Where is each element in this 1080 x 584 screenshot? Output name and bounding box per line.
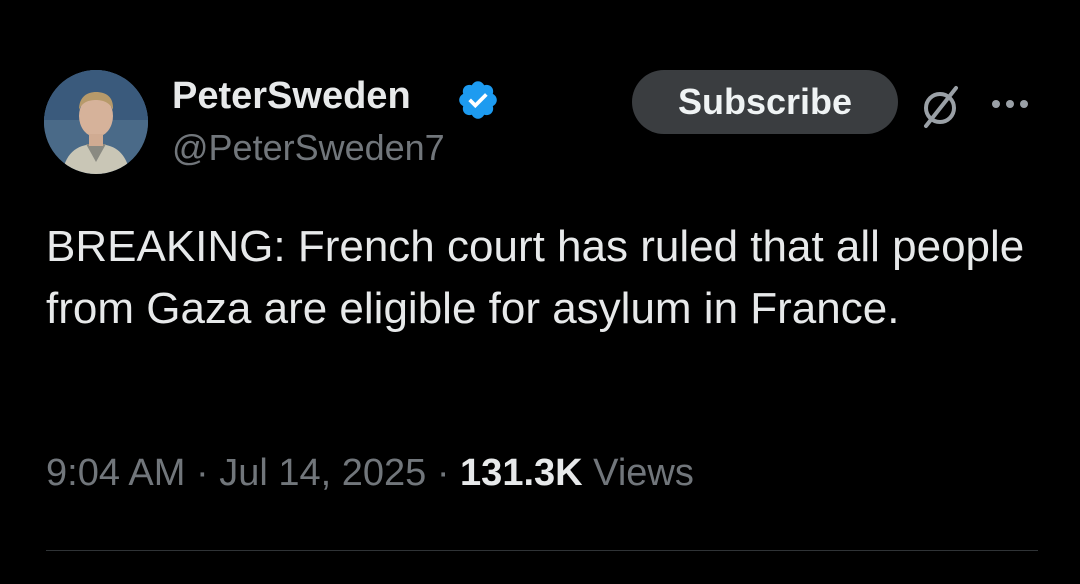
subscribe-button[interactable]: Subscribe [632, 70, 898, 134]
tweet-time[interactable]: 9:04 AM [46, 452, 185, 494]
verified-badge-icon[interactable] [456, 78, 500, 122]
grok-slash-icon[interactable] [914, 80, 966, 132]
more-options-icon[interactable] [984, 88, 1036, 124]
author-handle[interactable]: @PeterSweden7 [172, 126, 445, 170]
tweet-date[interactable]: Jul 14, 2025 [219, 452, 426, 494]
meta-separator: · [436, 452, 450, 494]
avatar[interactable] [44, 70, 148, 174]
avatar-image [44, 70, 148, 174]
meta-separator: · [195, 452, 209, 494]
tweet-text: BREAKING: French court has ruled that al… [46, 222, 1025, 333]
views-label: Views [593, 452, 694, 494]
author-display-name[interactable]: PeterSweden [172, 74, 411, 118]
tweet-card: PeterSweden @PeterSweden7 Subscribe BREA… [0, 0, 1080, 584]
tweet-meta: 9:04 AM · Jul 14, 2025 · 131.3K Views [46, 448, 694, 498]
views-count: 131.3K [460, 452, 583, 494]
divider [46, 550, 1038, 551]
